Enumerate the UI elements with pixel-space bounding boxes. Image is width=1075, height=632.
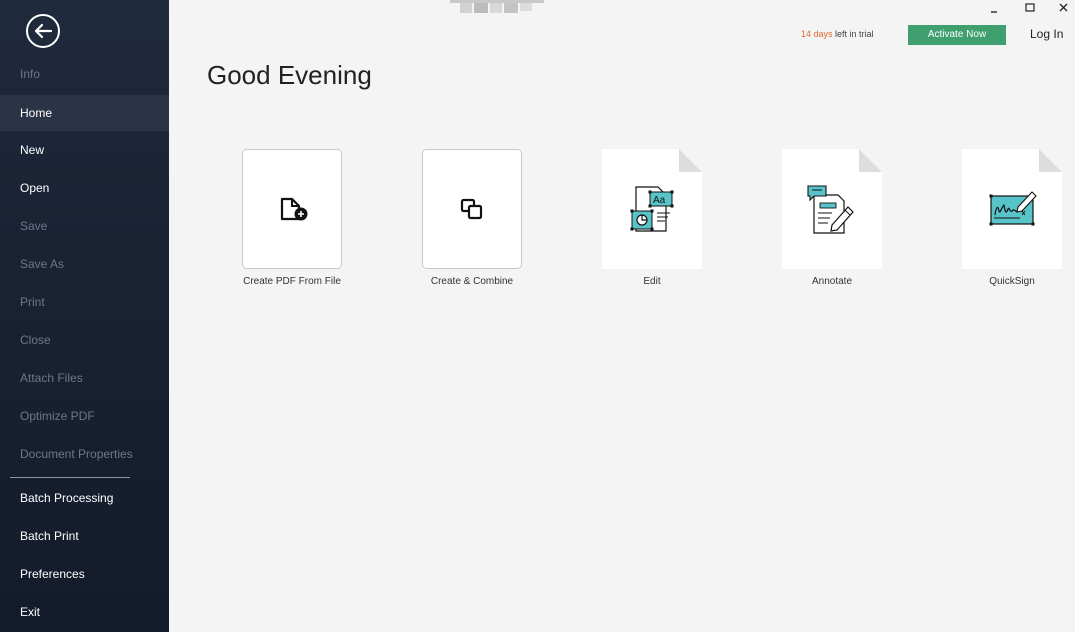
file-add-icon	[242, 149, 342, 269]
annotate-icon	[782, 149, 882, 269]
sidebar-item-new[interactable]: New	[0, 132, 169, 168]
tile-label: Create & Combine	[430, 276, 514, 287]
sidebar-item-document-properties: Document Properties	[20, 447, 133, 461]
app-logo-icon	[450, 0, 544, 13]
sidebar-item-optimize-pdf: Optimize PDF	[20, 409, 95, 423]
page-title: Good Evening	[207, 60, 372, 90]
trial-days-count: 14 days	[801, 29, 833, 39]
tile-label: Edit	[643, 276, 661, 287]
sidebar-item-info: Info	[20, 67, 41, 81]
sidebar-item-exit[interactable]: Exit	[0, 594, 169, 630]
maximize-icon[interactable]	[1015, 0, 1045, 18]
close-icon[interactable]	[1048, 0, 1075, 18]
sidebar-item-attach-files: Attach Files	[20, 371, 83, 385]
sidebar-divider	[10, 477, 130, 478]
tile-create-pdf-from-file[interactable]: Create PDF From File	[220, 149, 342, 289]
sidebar: Info Home New Open Save Save As Print Cl…	[0, 0, 169, 632]
sidebar-item-save: Save	[20, 219, 48, 233]
tile-quicksign[interactable]: QuickSign	[940, 149, 1062, 289]
sidebar-item-batch-processing[interactable]: Batch Processing	[0, 480, 169, 516]
sidebar-item-home[interactable]: Home	[0, 95, 169, 131]
log-in-link[interactable]: Log In	[1030, 27, 1063, 41]
sidebar-item-print: Print	[20, 295, 45, 309]
minimize-icon[interactable]	[980, 0, 1010, 18]
back-arrow-icon[interactable]	[25, 13, 61, 49]
activate-now-button[interactable]: Activate Now	[908, 25, 1006, 45]
edit-document-icon: Aa	[602, 149, 702, 269]
svg-text:Aa: Aa	[653, 195, 666, 206]
tile-create-and-combine[interactable]: Create & Combine	[400, 149, 522, 289]
combine-icon	[422, 149, 522, 269]
tile-label: QuickSign	[989, 276, 1035, 287]
trial-status-suffix: left in trial	[832, 29, 874, 39]
trial-status: 14 days left in trial	[801, 29, 874, 39]
signature-icon	[962, 149, 1062, 269]
tile-edit[interactable]: Aa Edit	[580, 149, 702, 289]
tile-annotate[interactable]: Annotate	[760, 149, 882, 289]
sidebar-item-close: Close	[20, 333, 51, 347]
sidebar-item-save-as: Save As	[20, 257, 65, 271]
sidebar-item-batch-print[interactable]: Batch Print	[0, 518, 169, 554]
tile-label: Create PDF From File	[243, 276, 341, 287]
sidebar-item-preferences[interactable]: Preferences	[0, 556, 169, 592]
tile-label: Annotate	[811, 276, 853, 287]
sidebar-item-open[interactable]: Open	[0, 170, 169, 206]
